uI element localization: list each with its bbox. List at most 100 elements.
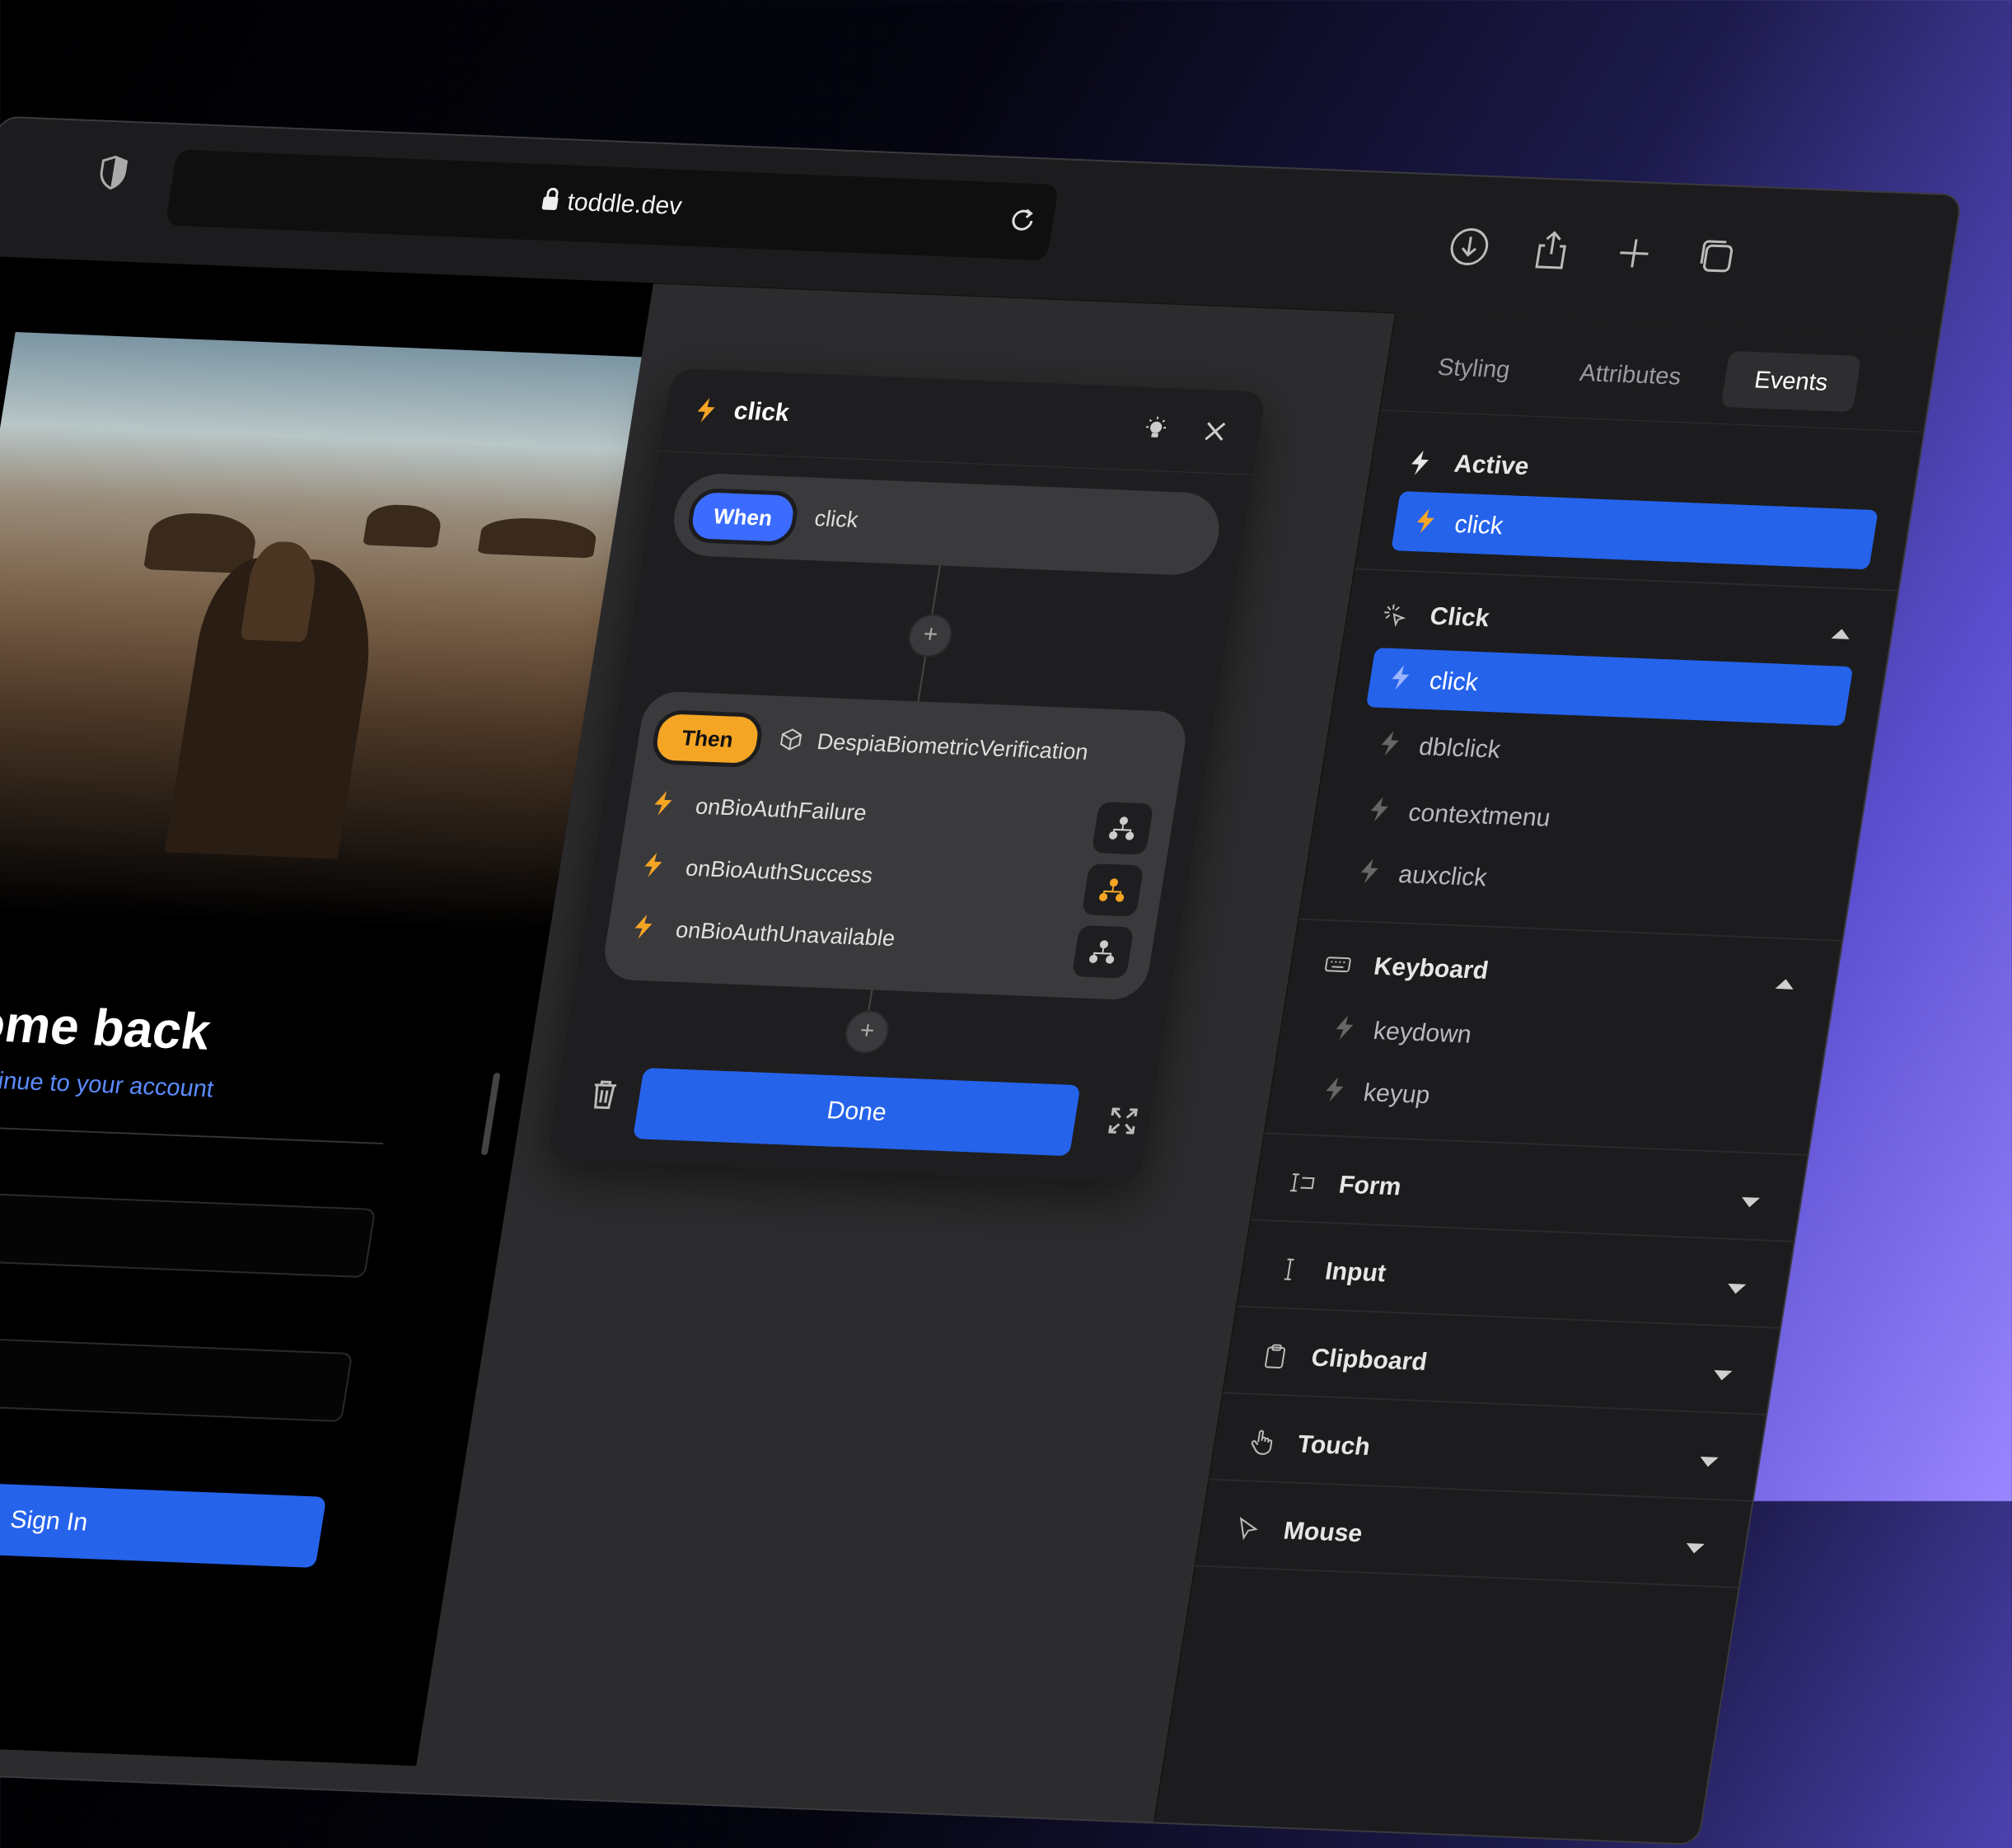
password-field[interactable] (0, 1331, 353, 1423)
callback-name: onBioAuthFailure (694, 793, 869, 826)
event-item-dblclick[interactable]: dblclick (1355, 713, 1843, 792)
section-mouse[interactable]: Mouse (1196, 1490, 1751, 1586)
expand-caret-icon[interactable] (1685, 1542, 1705, 1554)
tab-events[interactable]: Events (1720, 350, 1862, 413)
collapse-icon[interactable] (1775, 978, 1795, 989)
section-input[interactable]: Input (1237, 1231, 1792, 1326)
event-label: contextmenu (1406, 798, 1553, 832)
scrollbar[interactable] (480, 1072, 501, 1156)
download-icon[interactable] (1443, 223, 1495, 269)
event-label: keydown (1371, 1017, 1474, 1049)
section-clipboard[interactable]: Clipboard (1224, 1317, 1779, 1413)
lightning-icon (654, 790, 672, 816)
lightning-icon (1336, 1015, 1354, 1041)
lightning-icon (1360, 859, 1378, 884)
hand-pointer-icon (1251, 1429, 1273, 1455)
clipboard-icon (1265, 1344, 1286, 1368)
lightning-icon (1370, 797, 1388, 822)
section-touch[interactable]: Touch (1210, 1404, 1765, 1499)
lightning-icon (634, 914, 653, 939)
url-text: toddle.dev (565, 188, 684, 221)
section-title: Active (1452, 450, 1532, 481)
keyboard-icon (1325, 957, 1351, 973)
properties-panel: Styling Attributes Events Active click C… (1144, 312, 1940, 1844)
section-title: Mouse (1281, 1517, 1364, 1548)
welcome-heading: Welcome back (0, 989, 215, 1061)
lightning-icon (1326, 1077, 1344, 1102)
callback-name: onBioAuthUnavailable (674, 917, 897, 952)
trigger-card[interactable]: When click (667, 472, 1225, 577)
perspective-scene: toddle.dev Welcome back continue to your… (0, 117, 2012, 1844)
section-form[interactable]: Form (1251, 1144, 1806, 1240)
callback-name: onBioAuthSuccess (684, 855, 875, 888)
shield-icon[interactable] (96, 155, 130, 190)
welcome-subheading: Sign in to continue to your account (0, 1062, 216, 1103)
editor-header: click (659, 368, 1266, 475)
lightning-icon (644, 852, 662, 877)
event-label: click (1427, 667, 1481, 697)
address-bar[interactable]: toddle.dev (165, 149, 1060, 261)
when-badge: When (685, 487, 801, 547)
tab-attributes[interactable]: Attributes (1547, 344, 1713, 406)
click-icon (1384, 604, 1406, 628)
event-label: auxclick (1397, 860, 1490, 892)
callback-row[interactable]: onBioAuthFailure (650, 782, 868, 826)
reload-icon[interactable] (1004, 204, 1041, 237)
add-step-button[interactable]: + (905, 613, 956, 658)
expand-caret-icon[interactable] (1726, 1283, 1747, 1294)
lightning-icon (1411, 450, 1429, 475)
branch-icon (1109, 816, 1135, 840)
callback-row[interactable]: onBioAuthUnavailable (630, 905, 897, 951)
tabs-overview-icon[interactable] (1691, 233, 1743, 279)
cube-icon (780, 728, 802, 751)
lightbulb-icon[interactable] (1140, 415, 1171, 442)
expand-caret-icon[interactable] (1740, 1196, 1761, 1208)
expand-caret-icon[interactable] (1712, 1369, 1733, 1381)
tab-styling[interactable]: Styling (1407, 339, 1540, 400)
flow-branch-button[interactable] (1091, 801, 1154, 855)
email-field[interactable] (0, 1186, 377, 1279)
section-title: Clipboard (1309, 1344, 1429, 1377)
close-icon[interactable] (1202, 419, 1228, 443)
divider (0, 1120, 384, 1144)
callback-row[interactable]: onBioAuthSuccess (640, 844, 875, 888)
section-title: Form (1336, 1171, 1404, 1201)
done-button[interactable]: Done (632, 1068, 1081, 1157)
share-icon[interactable] (1526, 227, 1578, 273)
event-label: click (1453, 510, 1505, 540)
action-name: DespiaBiometricVerification (815, 728, 1090, 765)
then-badge: Then (649, 709, 765, 769)
cursor-arrow-icon (1239, 1517, 1258, 1541)
event-editor-popover: click When click + Then DespiaBiometricV… (546, 368, 1266, 1183)
event-label: dblclick (1416, 732, 1503, 764)
browser-window: toddle.dev Welcome back continue to your… (0, 117, 1961, 1844)
lightning-icon (1416, 508, 1434, 534)
section-title: Touch (1295, 1430, 1373, 1461)
flow-branch-button[interactable] (1071, 924, 1135, 979)
action-card[interactable]: Then DespiaBiometricVerification onBioAu… (600, 690, 1191, 1001)
section-title: Keyboard (1372, 952, 1490, 985)
text-cursor-icon (1284, 1258, 1294, 1280)
new-tab-icon[interactable] (1608, 230, 1660, 276)
collapse-icon[interactable] (1831, 628, 1851, 639)
page-preview: Welcome back Sign in to continue to your… (0, 255, 654, 1766)
expand-icon[interactable] (1106, 1106, 1140, 1136)
trash-icon[interactable] (587, 1078, 620, 1111)
lightning-icon (697, 398, 715, 423)
expand-caret-icon[interactable] (1698, 1456, 1719, 1467)
section-title: Click (1428, 602, 1492, 633)
form-icon (1289, 1173, 1315, 1192)
flow-branch-button[interactable] (1081, 863, 1144, 917)
add-step-button[interactable]: + (842, 1009, 892, 1055)
lock-icon (541, 196, 559, 211)
lightning-icon (1392, 665, 1410, 690)
lightning-icon (1381, 731, 1399, 756)
branch-icon (1089, 940, 1115, 964)
panel-tabs: Styling Attributes Events (1380, 312, 1940, 433)
event-label: keyup (1361, 1078, 1433, 1110)
editor-title: click (732, 397, 792, 427)
sign-in-button[interactable]: Sign In (0, 1475, 327, 1568)
branch-icon (1099, 878, 1125, 902)
section-title: Input (1322, 1257, 1388, 1288)
trigger-event: click (812, 506, 860, 533)
